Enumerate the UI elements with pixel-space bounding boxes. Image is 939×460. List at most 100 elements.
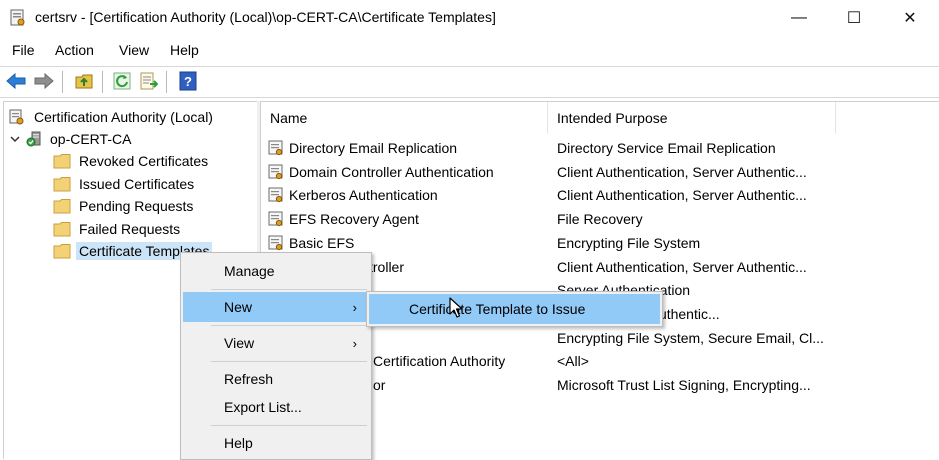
context-menu: Manage New › View › Refresh Export List...…	[180, 252, 372, 460]
folder-icon	[53, 222, 71, 237]
menu-separator	[211, 289, 367, 290]
back-button[interactable]	[5, 70, 27, 92]
toolbar-separator	[166, 71, 167, 93]
tree-item-label: Issued Certificates	[79, 176, 195, 192]
template-name-cell: or	[373, 373, 385, 396]
certificate-template-icon	[268, 164, 283, 179]
tree-item-revoked-certificates[interactable]: Revoked Certificates	[53, 150, 208, 172]
template-name-cell: Basic EFS	[268, 231, 354, 254]
title-bar: certsrv - [Certification Authority (Loca…	[0, 0, 939, 36]
tree-item-failed-requests[interactable]: Failed Requests	[53, 218, 180, 240]
menu-file[interactable]: File	[12, 42, 35, 58]
help-icon: ?	[179, 71, 197, 91]
table-row[interactable]: EFS Recovery Agent File Recovery	[261, 207, 939, 230]
menu-item-view[interactable]: View ›	[183, 328, 369, 358]
folder-icon	[53, 177, 71, 192]
menu-item-refresh[interactable]: Refresh	[183, 364, 369, 394]
folder-icon	[53, 154, 71, 169]
export-list-button[interactable]	[138, 70, 160, 92]
table-row[interactable]: Directory Email Replication Directory Ser…	[261, 136, 939, 159]
close-button[interactable]: ✕	[882, 0, 938, 36]
menu-help[interactable]: Help	[170, 42, 199, 58]
table-row[interactable]: Basic EFS Encrypting File System	[261, 231, 939, 254]
menu-separator	[211, 425, 367, 426]
template-name: Domain Controller Authentication	[289, 163, 494, 180]
column-header-intended-purpose[interactable]: Intended Purpose	[548, 102, 836, 134]
folder-icon	[53, 199, 71, 214]
template-name-cell: Kerberos Authentication	[268, 183, 438, 206]
certificate-authority-icon	[9, 109, 24, 125]
template-name: Basic EFS	[289, 234, 355, 251]
folder-icon	[53, 244, 71, 259]
intended-purpose: Directory Service Email Replication	[557, 139, 776, 156]
intended-purpose: Client Authentication, Server Authentic.…	[557, 258, 807, 275]
tree-ca-label: op-CERT-CA	[50, 131, 132, 147]
help-button[interactable]: ?	[177, 70, 199, 92]
export-list-icon	[140, 72, 158, 90]
forward-icon	[34, 73, 54, 89]
intended-purpose: Client Authentication, Server Authentic.…	[557, 163, 807, 180]
refresh-icon	[113, 72, 131, 90]
list-header: Name Intended Purpose	[261, 102, 939, 134]
column-header-name[interactable]: Name	[261, 102, 548, 134]
intended-purpose: Encrypting File System	[557, 234, 701, 251]
intended-purpose: Encrypting File System, Secure Email, Cl…	[557, 329, 824, 346]
template-name: or	[373, 376, 386, 393]
up-one-level-button[interactable]	[73, 70, 95, 92]
menu-separator	[211, 325, 367, 326]
certificate-template-icon	[268, 235, 283, 250]
forward-button[interactable]	[33, 70, 55, 92]
template-name: EFS Recovery Agent	[289, 210, 419, 227]
intended-purpose: <All>	[557, 352, 589, 369]
menu-item-label: New	[224, 299, 253, 315]
menu-item-label: Refresh	[224, 371, 274, 387]
table-row[interactable]: Kerberos Authentication Client Authentica…	[261, 183, 939, 206]
menu-item-label: Help	[224, 435, 253, 451]
template-name: Directory Email Replication	[289, 139, 458, 156]
maximize-button[interactable]: ☐	[826, 0, 882, 36]
menu-item-new[interactable]: New ›	[183, 292, 369, 322]
toolbar-separator	[102, 71, 103, 93]
menu-item-certificate-template-to-issue[interactable]: Certificate Template to Issue	[369, 294, 660, 324]
template-name: Certification Authority	[373, 352, 506, 369]
menu-item-label: Export List...	[224, 399, 302, 415]
menu-separator	[211, 361, 367, 362]
tree-item-label: Revoked Certificates	[79, 153, 209, 169]
table-row[interactable]: Domain Controller Authentication Client A…	[261, 160, 939, 183]
minimize-button[interactable]: —	[771, 0, 827, 36]
chevron-down-icon	[10, 136, 20, 143]
menu-action[interactable]: Action	[55, 42, 94, 58]
tree-item-label: Pending Requests	[79, 198, 194, 214]
svg-text:?: ?	[184, 74, 192, 89]
template-name-cell: Directory Email Replication	[268, 136, 457, 159]
certificate-template-icon	[268, 140, 283, 155]
tree-item-label: Failed Requests	[79, 221, 181, 237]
menu-item-label: View	[224, 335, 255, 351]
toolbar-separator	[62, 71, 63, 93]
template-name: troller	[369, 258, 405, 275]
intended-purpose: Microsoft Trust List Signing, Encrypting…	[557, 376, 811, 393]
certificate-template-icon	[268, 211, 283, 226]
certsrv-app-icon	[10, 9, 25, 26]
tree-ca-node[interactable]: op-CERT-CA	[10, 128, 131, 150]
certificate-template-icon	[268, 187, 283, 202]
menu-item-help[interactable]: Help	[183, 428, 369, 458]
tree-item-pending-requests[interactable]: Pending Requests	[53, 195, 193, 217]
template-name: Kerberos Authentication	[289, 186, 438, 203]
tree-item-issued-certificates[interactable]: Issued Certificates	[53, 173, 194, 195]
refresh-button[interactable]	[111, 70, 133, 92]
up-folder-icon	[75, 74, 93, 89]
menu-item-manage[interactable]: Manage	[183, 256, 369, 286]
intended-purpose: Client Authentication, Server Authentic.…	[557, 186, 807, 203]
menu-view[interactable]: View	[119, 42, 149, 58]
submenu-arrow-icon: ›	[352, 299, 357, 315]
back-icon	[6, 73, 26, 89]
tree-root[interactable]: Certification Authority (Local)	[8, 106, 213, 128]
template-name-cell: troller	[369, 255, 404, 278]
ca-server-icon	[26, 131, 41, 147]
menu-item-export-list[interactable]: Export List...	[183, 392, 369, 422]
template-name-cell: EFS Recovery Agent	[268, 207, 419, 230]
menu-item-label: Certificate Template to Issue	[409, 301, 586, 317]
toolbar: ?	[0, 66, 939, 98]
submenu-arrow-icon: ›	[352, 335, 357, 351]
